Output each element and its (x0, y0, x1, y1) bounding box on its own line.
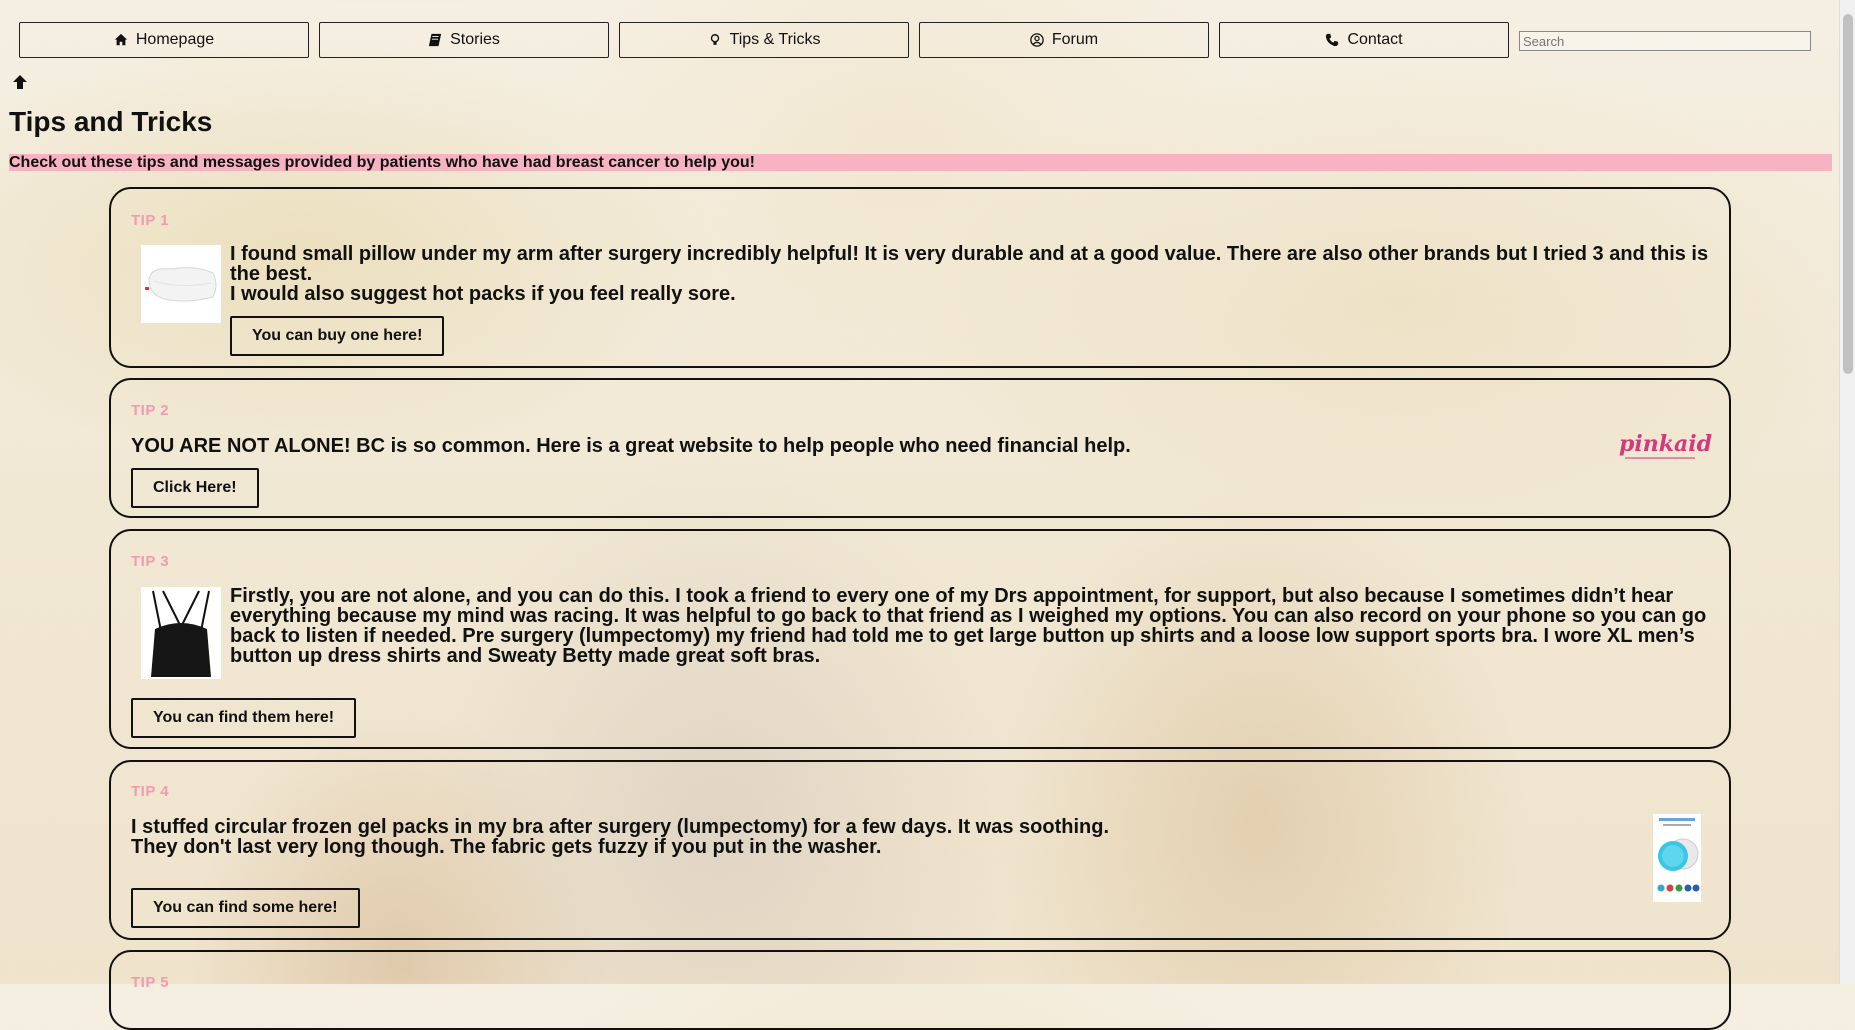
tip-1-text: I found small pillow under my arm after … (230, 244, 1720, 304)
pillow-image (141, 245, 221, 323)
tip-1-line-2: I would also suggest hot packs if you fe… (230, 283, 736, 305)
nav-contact-label: Contact (1347, 31, 1403, 48)
tip-3-text: Firstly, you are not alone, and you can … (230, 585, 1707, 667)
nav-forum-button[interactable]: Forum (919, 22, 1209, 58)
pinkaid-logo: pinkaid (1619, 431, 1712, 468)
lightbulb-icon (710, 34, 719, 45)
gel-pack-image (1653, 814, 1701, 902)
nav-tips-label: Tips & Tricks (729, 31, 821, 48)
tip-label: TIP 5 (131, 974, 170, 991)
book-icon (428, 33, 442, 47)
tip-card-2: TIP 2 YOU ARE NOT ALONE! BC is so common… (109, 378, 1731, 518)
back-to-top-icon[interactable] (12, 74, 28, 90)
tip-label: TIP 3 (131, 553, 170, 570)
tip-label: TIP 4 (131, 783, 170, 800)
tip-2-text: YOU ARE NOT ALONE! BC is so common. Here… (131, 435, 1131, 457)
tip-card-4: TIP 4 I stuffed circular frozen gel pack… (109, 760, 1731, 940)
user-circle-icon (1030, 33, 1044, 47)
find-bras-button[interactable]: You can find them here! (131, 698, 357, 738)
nav-stories-button[interactable]: Stories (319, 22, 609, 58)
financial-help-button[interactable]: Click Here! (131, 468, 259, 508)
nav-tips-button[interactable]: Tips & Tricks (619, 22, 909, 58)
nav-forum-label: Forum (1051, 31, 1099, 48)
nav-stories-label: Stories (450, 31, 500, 48)
search-input[interactable] (1519, 31, 1811, 51)
find-gel-packs-button[interactable]: You can find some here! (131, 888, 360, 928)
intro-banner: Check out these tips and messages provid… (9, 154, 1832, 171)
nav-contact-button[interactable]: Contact (1219, 22, 1509, 58)
tip-1-line-1: I found small pillow under my arm after … (230, 243, 1709, 285)
home-icon (114, 33, 127, 46)
tip-4-line-2: They don't last very long though. The fa… (131, 836, 882, 858)
pinkaid-logo-text: pinkaid (1619, 431, 1712, 457)
tip-4-text: I stuffed circular frozen gel packs in m… (131, 817, 1531, 857)
tip-card-5: TIP 5 (109, 950, 1731, 1030)
scrollbar-thumb[interactable] (1843, 14, 1853, 374)
buy-pillow-button[interactable]: You can buy one here! (230, 316, 445, 356)
nav-homepage-button[interactable]: Homepage (19, 22, 309, 58)
top-nav: Homepage Stories Tips & Tricks Forum Con… (19, 22, 1811, 58)
nav-homepage-label: Homepage (135, 31, 215, 48)
sports-bra-image (141, 587, 221, 679)
page-scrollbar[interactable] (1839, 0, 1855, 984)
page-title: Tips and Tricks (9, 106, 213, 137)
tip-4-line-1: I stuffed circular frozen gel packs in m… (131, 816, 1110, 838)
tip-label: TIP 2 (131, 402, 170, 419)
tip-card-1: TIP 1 I found small pillow under my arm … (109, 187, 1731, 368)
tip-card-3: TIP 3 Firstly, you are not alone, and yo… (109, 529, 1731, 749)
phone-icon (1326, 33, 1339, 47)
tip-label: TIP 1 (131, 212, 170, 229)
